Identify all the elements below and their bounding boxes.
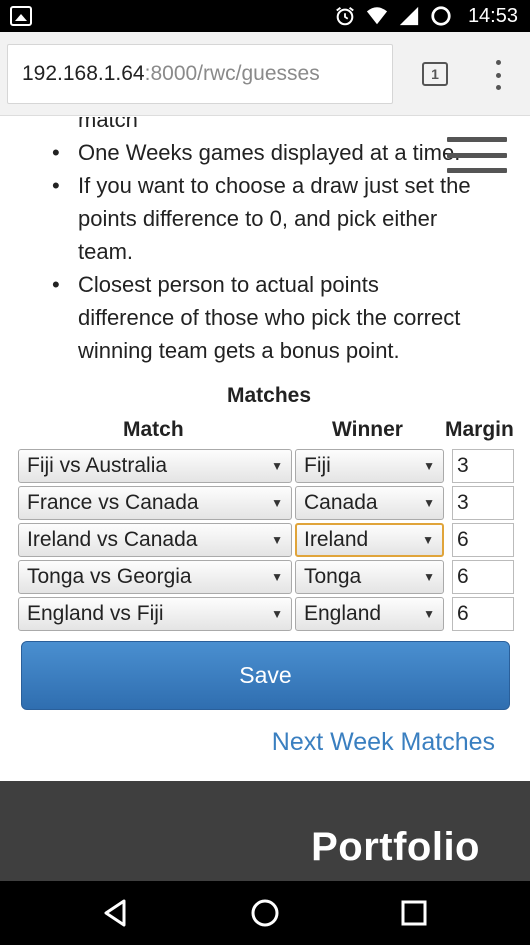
margin-input[interactable]: 3 bbox=[452, 486, 514, 520]
battery-icon bbox=[431, 6, 451, 26]
dropdown-arrow-icon: ▼ bbox=[271, 533, 283, 547]
status-bar: 14:53 bbox=[0, 0, 530, 32]
margin-input[interactable]: 6 bbox=[452, 560, 514, 594]
match-select[interactable]: France vs Canada ▼ bbox=[18, 486, 292, 520]
url-host: 192.168.1.64 bbox=[22, 62, 145, 85]
match-select[interactable]: Fiji vs Australia ▼ bbox=[18, 449, 292, 483]
recent-apps-icon[interactable] bbox=[398, 897, 430, 929]
match-select[interactable]: Tonga vs Georgia ▼ bbox=[18, 560, 292, 594]
winner-select[interactable]: England ▼ bbox=[295, 597, 444, 631]
column-header-winner: Winner bbox=[332, 418, 403, 441]
rule-item: If you want to choose a draw just set th… bbox=[52, 169, 512, 268]
dropdown-arrow-icon: ▼ bbox=[423, 459, 435, 473]
signal-icon bbox=[399, 6, 419, 26]
home-icon[interactable] bbox=[249, 897, 281, 929]
overflow-menu-icon[interactable] bbox=[490, 60, 506, 90]
dropdown-arrow-icon: ▼ bbox=[271, 607, 283, 621]
alarm-icon bbox=[336, 6, 354, 26]
status-time: 14:53 bbox=[467, 4, 518, 27]
margin-input[interactable]: 6 bbox=[452, 597, 514, 631]
margin-input[interactable]: 3 bbox=[452, 449, 514, 483]
table-row: Tonga vs Georgia ▼ Tonga ▼ 6 bbox=[18, 560, 514, 594]
navigation-bar bbox=[0, 881, 530, 945]
page-content: match One Weeks games displayed at a tim… bbox=[0, 117, 530, 781]
match-select[interactable]: England vs Fiji ▼ bbox=[18, 597, 292, 631]
rules-partial-line: match bbox=[78, 117, 138, 132]
footer-title: Portfolio bbox=[311, 825, 480, 869]
browser-toolbar: 192.168.1.64:8000/rwc/guesses 1 bbox=[0, 32, 530, 116]
rules-list: match One Weeks games displayed at a tim… bbox=[52, 117, 512, 367]
next-week-matches-link[interactable]: Next Week Matches bbox=[272, 728, 495, 757]
winner-select[interactable]: Tonga ▼ bbox=[295, 560, 444, 594]
rule-item: One Weeks games displayed at a time. bbox=[52, 136, 512, 169]
save-button[interactable]: Save bbox=[21, 641, 510, 710]
rule-item: Closest person to actual pointsdifferenc… bbox=[52, 268, 512, 367]
image-notification-icon bbox=[10, 6, 32, 26]
table-row: Fiji vs Australia ▼ Fiji ▼ 3 bbox=[18, 449, 514, 483]
winner-select[interactable]: Canada ▼ bbox=[295, 486, 444, 520]
column-header-match: Match bbox=[123, 418, 184, 441]
margin-input[interactable]: 6 bbox=[452, 523, 514, 557]
url-bar[interactable]: 192.168.1.64:8000/rwc/guesses bbox=[7, 44, 393, 104]
winner-select[interactable]: Fiji ▼ bbox=[295, 449, 444, 483]
dropdown-arrow-icon: ▼ bbox=[423, 607, 435, 621]
dropdown-arrow-icon: ▼ bbox=[423, 496, 435, 510]
table-caption: Matches bbox=[226, 384, 312, 407]
dropdown-arrow-icon: ▼ bbox=[271, 496, 283, 510]
hamburger-menu-icon[interactable] bbox=[447, 137, 507, 173]
dropdown-arrow-icon: ▼ bbox=[423, 570, 435, 584]
table-row: England vs Fiji ▼ England ▼ 6 bbox=[18, 597, 514, 631]
back-icon[interactable] bbox=[100, 897, 132, 929]
url-path: :8000/rwc/guesses bbox=[144, 62, 320, 85]
match-select[interactable]: Ireland vs Canada ▼ bbox=[18, 523, 292, 557]
table-row: France vs Canada ▼ Canada ▼ 3 bbox=[18, 486, 514, 520]
table-row: Ireland vs Canada ▼ Ireland ▼ 6 bbox=[18, 523, 514, 557]
winner-select[interactable]: Ireland ▼ bbox=[295, 523, 444, 557]
dropdown-arrow-icon: ▼ bbox=[271, 459, 283, 473]
tab-count: 1 bbox=[431, 66, 439, 82]
dropdown-arrow-icon: ▼ bbox=[422, 533, 434, 547]
wifi-icon bbox=[366, 7, 388, 25]
column-header-margin: Margin bbox=[445, 418, 514, 441]
tab-switcher-button[interactable]: 1 bbox=[422, 62, 448, 86]
portfolio-footer: Portfolio bbox=[0, 781, 530, 881]
dropdown-arrow-icon: ▼ bbox=[271, 570, 283, 584]
